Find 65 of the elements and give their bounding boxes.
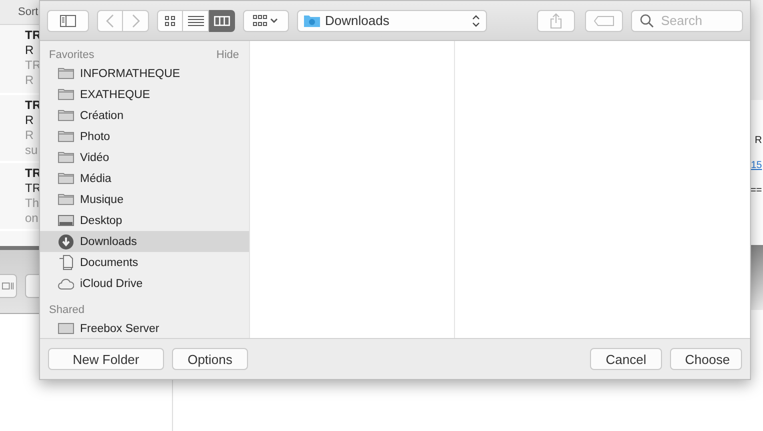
arrange-button[interactable]	[243, 10, 289, 32]
view-button[interactable]	[183, 10, 209, 32]
link[interactable]: 15	[750, 160, 762, 171]
desktop-icon	[58, 212, 74, 228]
forward-button[interactable]	[123, 10, 149, 32]
message-text: R	[25, 43, 34, 58]
sidebar-item[interactable]: Downloads	[40, 231, 249, 252]
message-text: R	[754, 135, 762, 146]
documents-icon	[58, 254, 74, 270]
sidebar-item[interactable]: Musique	[40, 189, 249, 210]
sidebar-item[interactable]: Desktop	[40, 210, 249, 231]
section-heading: Shared	[49, 304, 84, 316]
sort-label: Sort	[18, 6, 38, 18]
search-field[interactable]: Search	[631, 10, 743, 32]
sidebar-item[interactable]: EXATHEQUE	[40, 84, 249, 105]
message-text: ==	[750, 185, 762, 196]
sidebar-item[interactable]: Création	[40, 105, 249, 126]
message-text: on	[25, 211, 38, 226]
message-text: R	[25, 113, 34, 128]
grid-dropdown-icon	[253, 14, 279, 26]
sidebar-item[interactable]: Média	[40, 168, 249, 189]
section-heading: Favorites	[49, 49, 94, 61]
sidebar-toggle-button[interactable]	[47, 10, 89, 32]
dialog-button[interactable]: Cancel	[590, 348, 662, 370]
folder-icon	[58, 170, 74, 186]
folder-icon	[58, 108, 74, 124]
search-icon	[640, 14, 654, 28]
sidebar-item[interactable]: INFORMATHEQUE	[40, 63, 249, 84]
sidebar-item[interactable]: Freebox Server	[40, 318, 249, 338]
share-icon	[550, 12, 562, 28]
sidebar-item[interactable]: Photo	[40, 126, 249, 147]
message-text: R	[25, 73, 34, 88]
dialog-button[interactable]: Choose	[670, 348, 742, 370]
chevron-updown-icon	[472, 14, 480, 28]
sidebar-item[interactable]: Vidéo	[40, 147, 249, 168]
message-text: R	[25, 128, 34, 143]
tag-icon	[594, 16, 614, 26]
dialog-button[interactable]: New Folder	[48, 348, 164, 370]
grid-icon	[164, 14, 176, 26]
view-button[interactable]	[209, 10, 235, 32]
list-icon	[188, 14, 204, 26]
folder-icon	[58, 86, 74, 102]
download-icon	[58, 234, 74, 250]
sidebar-icon	[60, 14, 76, 26]
location-popup[interactable]: Downloads	[297, 10, 487, 32]
server-icon	[58, 320, 74, 336]
columns-icon	[214, 14, 230, 26]
folder-icon	[58, 66, 74, 82]
sidebar-item[interactable]: Documents	[40, 252, 249, 273]
chevron-left-icon	[106, 14, 114, 28]
tag-button[interactable]	[585, 10, 623, 32]
sidebar-item[interactable]: iCloud Drive	[40, 273, 249, 294]
message-text: su	[25, 143, 38, 158]
folder-icon	[58, 150, 74, 166]
downloads-folder-icon	[304, 14, 320, 27]
view-button[interactable]	[157, 10, 183, 32]
folder-icon	[58, 128, 74, 144]
share-button[interactable]	[537, 10, 575, 32]
chevron-right-icon	[132, 14, 140, 28]
message-text: Th	[25, 196, 40, 211]
folder-icon	[58, 192, 74, 208]
dialog-button[interactable]: Options	[172, 348, 248, 370]
toolbar-button[interactable]	[0, 274, 17, 298]
layout-icon	[2, 281, 14, 291]
back-button[interactable]	[97, 10, 123, 32]
